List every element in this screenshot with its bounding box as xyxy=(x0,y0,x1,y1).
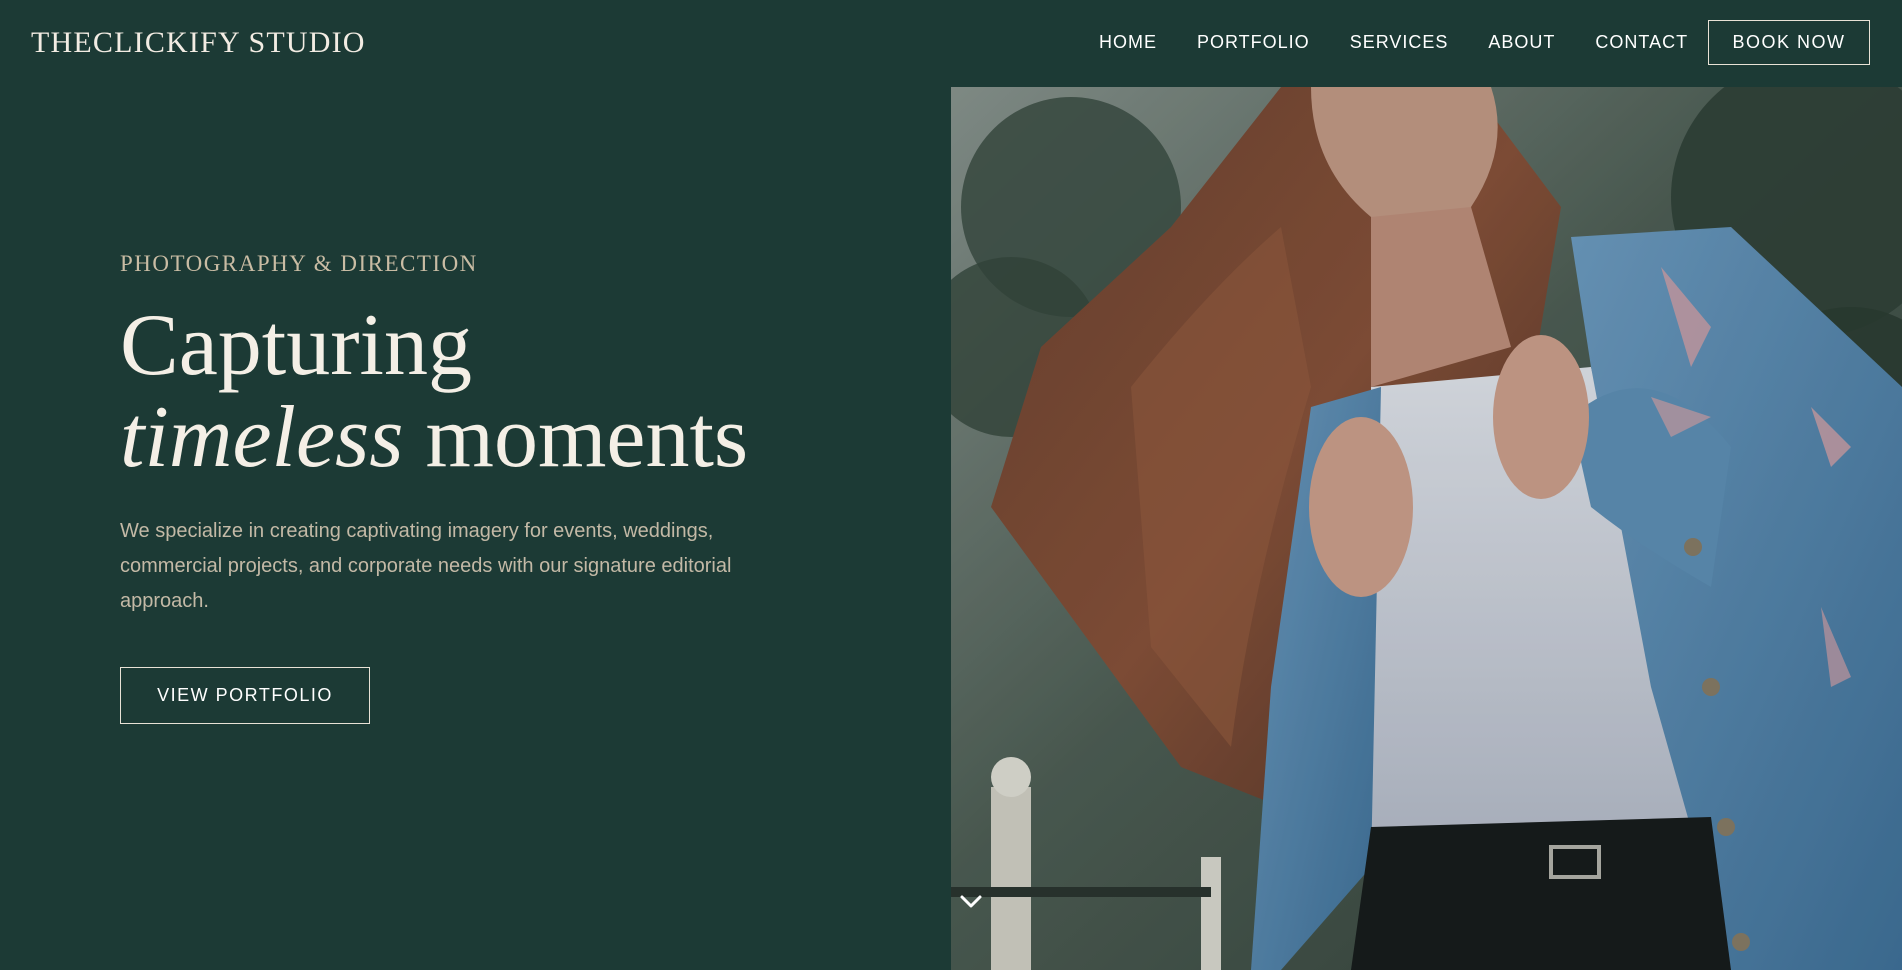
nav-portfolio[interactable]: PORTFOLIO xyxy=(1197,32,1310,53)
headline-line-1: Capturing xyxy=(120,297,472,394)
headline-rest: moments xyxy=(403,389,749,486)
site-header: THECLICKIFY STUDIO HOME PORTFOLIO SERVIC… xyxy=(0,0,1902,87)
headline-italic: timeless xyxy=(120,389,404,486)
hero-lead: We specialize in creating captivating im… xyxy=(120,520,732,612)
headline-line-2: timeless moments xyxy=(120,392,748,484)
hero-photo xyxy=(951,87,1902,970)
nav-services[interactable]: SERVICES xyxy=(1350,32,1449,53)
book-now-button[interactable]: BOOK NOW xyxy=(1708,20,1870,65)
view-portfolio-button[interactable]: VIEW PORTFOLIO xyxy=(120,667,370,724)
nav-contact[interactable]: CONTACT xyxy=(1595,32,1688,53)
hero-headline: Capturing timeless moments xyxy=(120,300,748,484)
nav-home[interactable]: HOME xyxy=(1099,32,1157,53)
nav-about[interactable]: ABOUT xyxy=(1488,32,1555,53)
main-nav: HOME PORTFOLIO SERVICES ABOUT CONTACT xyxy=(1099,32,1688,53)
brand-logo[interactable]: THECLICKIFY STUDIO xyxy=(31,26,366,60)
chevron-down-icon[interactable] xyxy=(958,888,984,914)
hero-eyebrow: PHOTOGRAPHY & DIRECTION xyxy=(120,251,478,276)
